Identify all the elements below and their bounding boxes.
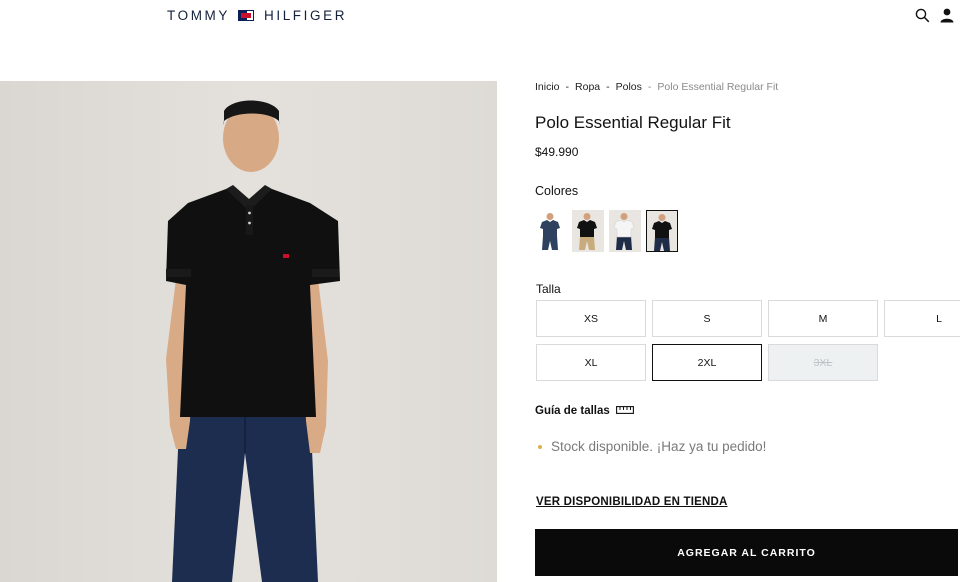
- add-to-cart-button[interactable]: AGREGAR AL CARRITO: [535, 529, 958, 576]
- product-title: Polo Essential Regular Fit: [535, 113, 731, 132]
- brand-logo[interactable]: TOMMY HILFIGER: [167, 8, 347, 23]
- color-swatch[interactable]: [646, 210, 678, 252]
- size-label: Talla: [536, 282, 561, 296]
- stock-dot-icon: [538, 444, 542, 449]
- ruler-icon: [615, 405, 634, 417]
- breadcrumb: Inicio - Ropa - Polos - Polo Essential Regular…: [535, 81, 778, 93]
- product-info-panel: Inicio - Ropa - Polos - Polo Essential Regular…: [535, 0, 960, 582]
- swatch-thumbnail: [652, 214, 672, 251]
- swatch-thumbnail: [613, 213, 635, 250]
- size-option-xl[interactable]: XL: [536, 344, 646, 381]
- breadcrumb-item-polos[interactable]: Polos: [616, 81, 642, 93]
- color-swatch[interactable]: [572, 210, 604, 252]
- size-option-2xl[interactable]: 2XL: [652, 344, 762, 381]
- breadcrumb-separator: -: [565, 81, 570, 93]
- store-availability-link[interactable]: VER DISPONIBILIDAD EN TIENDA: [536, 496, 728, 508]
- model-illustration: [166, 100, 340, 582]
- stock-status: Stock disponible. ¡Haz ya tu pedido!: [538, 439, 766, 454]
- swatch-thumbnail: [540, 213, 560, 250]
- breadcrumb-item-ropa[interactable]: Ropa: [575, 81, 600, 93]
- size-option-3xl: 3XL: [768, 344, 878, 381]
- size-option-l[interactable]: L: [884, 300, 960, 337]
- flag-logo-icon: [238, 10, 254, 21]
- brand-right: HILFIGER: [264, 8, 348, 23]
- product-image[interactable]: [0, 81, 497, 582]
- color-swatch[interactable]: [609, 210, 641, 252]
- size-option-s[interactable]: S: [652, 300, 762, 337]
- color-swatches: [535, 210, 678, 252]
- product-price: $49.990: [535, 145, 579, 159]
- brand-left: TOMMY: [167, 8, 230, 23]
- color-swatch[interactable]: [535, 210, 567, 252]
- size-option-m[interactable]: M: [768, 300, 878, 337]
- size-option-xs[interactable]: XS: [536, 300, 646, 337]
- colors-label: Colores: [535, 184, 579, 198]
- breadcrumb-separator: -: [647, 81, 652, 93]
- breadcrumb-current: Polo Essential Regular Fit: [657, 81, 779, 93]
- size-guide-label: Guía de tallas: [535, 405, 610, 417]
- breadcrumb-separator: -: [606, 81, 610, 93]
- swatch-thumbnail: [577, 213, 597, 250]
- size-guide-link[interactable]: Guía de tallas: [535, 405, 634, 417]
- stock-message: Stock disponible. ¡Haz ya tu pedido!: [551, 439, 767, 454]
- breadcrumb-item-inicio[interactable]: Inicio: [535, 81, 560, 93]
